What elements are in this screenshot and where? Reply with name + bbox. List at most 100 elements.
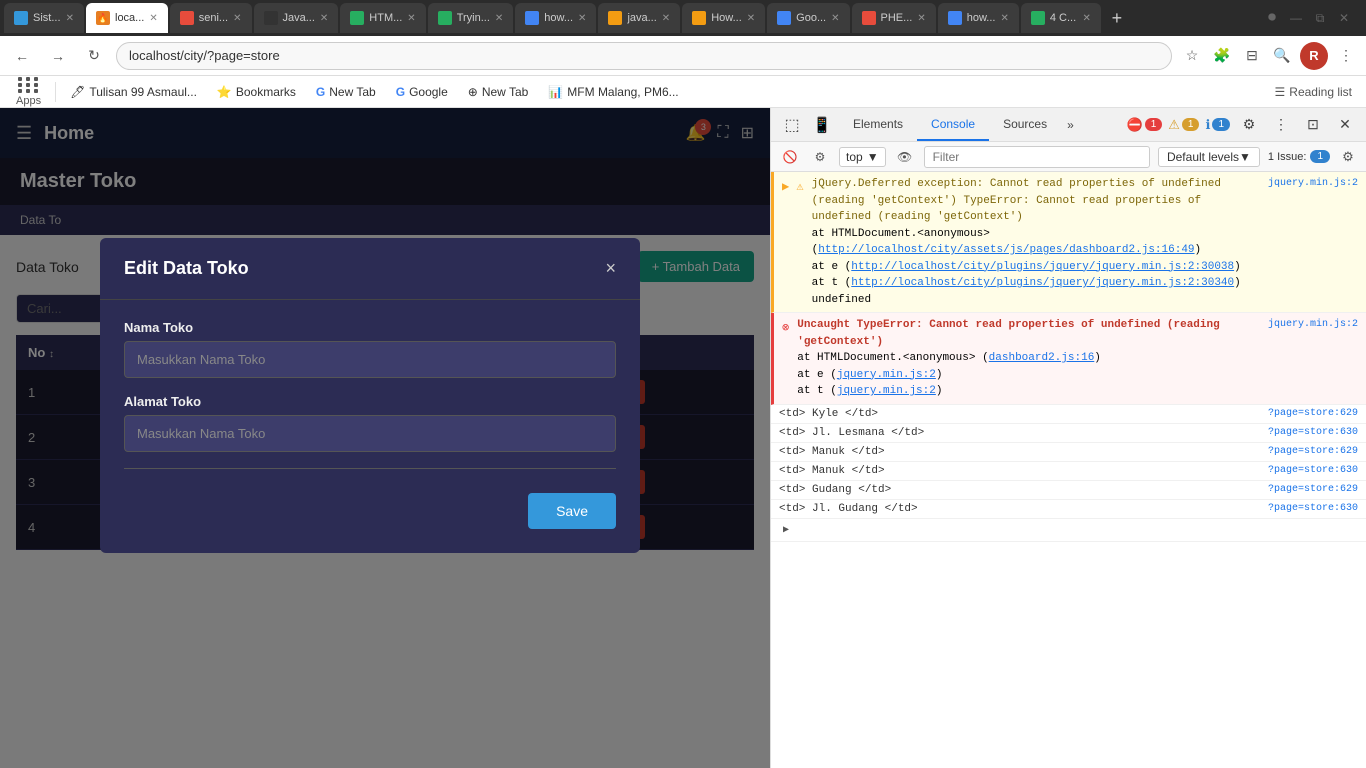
website-panel: ☰ Home 🔔 3 ⛶ ⊞ Master: [0, 108, 770, 768]
extensions-icon[interactable]: 🧩: [1210, 44, 1234, 68]
console-gear-icon[interactable]: ⚙: [1338, 147, 1358, 167]
tab-close[interactable]: ✕: [149, 13, 157, 24]
bookmark-tulisan[interactable]: 🖊 Tulisan 99 Asmaul...: [62, 83, 205, 101]
tab-loca[interactable]: 🔥 loca... ✕: [86, 3, 168, 33]
tab-console[interactable]: Console: [917, 108, 989, 141]
reading-list-button[interactable]: ☰ Reading list: [1269, 83, 1358, 101]
more-tabs-button[interactable]: »: [1061, 118, 1080, 132]
row-source-link[interactable]: ?page=store:629: [1268, 484, 1358, 495]
back-button[interactable]: ←: [8, 42, 36, 70]
row-source-link[interactable]: ?page=store:630: [1268, 503, 1358, 514]
error-badge[interactable]: ⛔ 1: [1127, 117, 1163, 133]
devtools-more-icon[interactable]: ⋮: [1268, 112, 1294, 138]
tab-tryin[interactable]: Tryin... ✕: [428, 3, 514, 33]
expand-arrow-icon[interactable]: ▶: [779, 522, 793, 538]
modal-footer: Save: [124, 493, 616, 529]
row-source-link[interactable]: ?page=store:630: [1268, 427, 1358, 438]
row-source-link[interactable]: ?page=store:629: [1268, 408, 1358, 419]
tab-how1[interactable]: how... ✕: [515, 3, 596, 33]
dock-icon[interactable]: ⊡: [1300, 112, 1326, 138]
profile-avatar[interactable]: R: [1300, 42, 1328, 70]
record-button[interactable]: ⏺: [1262, 8, 1282, 28]
tab-favicon: [692, 11, 706, 25]
save-button[interactable]: Save: [528, 493, 616, 529]
tab-sources[interactable]: Sources: [989, 108, 1061, 141]
bookmark-google[interactable]: G Google: [388, 83, 456, 101]
tab-4c[interactable]: 4 C... ✕: [1021, 3, 1101, 33]
bookmark-mfm[interactable]: 📊 MFM Malang, PM6...: [540, 83, 686, 101]
forward-button[interactable]: →: [44, 42, 72, 70]
tab-how3[interactable]: how... ✕: [938, 3, 1019, 33]
tab-jav2[interactable]: java... ✕: [598, 3, 680, 33]
tab-sist[interactable]: Sist... ✕: [4, 3, 84, 33]
context-selector[interactable]: top ▼: [839, 147, 886, 167]
tab-elements[interactable]: Elements: [839, 108, 917, 141]
info-count: 1: [1212, 118, 1230, 131]
tab-close[interactable]: ✕: [495, 13, 503, 24]
mfm-icon: 📊: [548, 85, 563, 99]
default-levels-select[interactable]: Default levels ▼: [1158, 147, 1260, 167]
tab-close[interactable]: ✕: [578, 13, 586, 24]
warning-source-link[interactable]: jquery.min.js:2: [1260, 176, 1358, 191]
inspect-element-icon[interactable]: ⬚: [779, 112, 805, 138]
jquery-link-2[interactable]: http://localhost/city/plugins/jquery/jqu…: [851, 277, 1234, 289]
tab-java[interactable]: Java... ✕: [254, 3, 339, 33]
jquery-link-1[interactable]: http://localhost/city/plugins/jquery/jqu…: [851, 261, 1234, 273]
tab-how2[interactable]: How... ✕: [682, 3, 765, 33]
filter-input[interactable]: [924, 146, 1150, 168]
bookmark-newtab-2[interactable]: ⊕ New Tab: [460, 83, 537, 101]
tab-close[interactable]: ✕: [66, 13, 74, 24]
tab-search-icon[interactable]: ⊟: [1240, 44, 1264, 68]
tab-favicon: [264, 11, 278, 25]
tab-close[interactable]: ✕: [747, 13, 755, 24]
tab-close[interactable]: ✕: [1082, 13, 1090, 24]
menu-icon[interactable]: ⋮: [1334, 44, 1358, 68]
nama-toko-input[interactable]: [124, 341, 616, 378]
bookmark-star-icon[interactable]: ☆: [1180, 44, 1204, 68]
tab-favicon: [525, 11, 539, 25]
devtools-settings-icon[interactable]: ⚙: [1236, 112, 1262, 138]
console-settings-icon[interactable]: ⚙: [809, 146, 831, 168]
alamat-toko-input[interactable]: [124, 415, 616, 452]
tab-close[interactable]: ✕: [662, 13, 670, 24]
tab-favicon: [438, 11, 452, 25]
tab-close[interactable]: ✕: [407, 13, 415, 24]
clear-console-icon[interactable]: 🚫: [779, 146, 801, 168]
new-tab-button[interactable]: +: [1103, 4, 1131, 32]
edit-modal: Edit Data Toko × Nama Toko Alamat Toko: [100, 238, 640, 553]
bookmark-bookmarks[interactable]: ⭐ Bookmarks: [209, 83, 304, 101]
url-input[interactable]: localhost/city/?page=store: [116, 42, 1172, 70]
tab-favicon: [862, 11, 876, 25]
eye-icon[interactable]: 👁: [894, 146, 916, 168]
tab-seni[interactable]: seni... ✕: [170, 3, 252, 33]
tab-close[interactable]: ✕: [917, 13, 925, 24]
bookmark-newtab-g[interactable]: G New Tab: [308, 83, 384, 101]
info-badge[interactable]: ℹ 1: [1205, 117, 1230, 133]
jquery-link-3[interactable]: jquery.min.js:2: [837, 369, 936, 381]
tab-close[interactable]: ✕: [1000, 13, 1008, 24]
warning-badge[interactable]: ⚠ 1: [1168, 117, 1199, 133]
row-source-link[interactable]: ?page=store:629: [1268, 446, 1358, 457]
jquery-link-4[interactable]: jquery.min.js:2: [837, 385, 936, 397]
search-icon[interactable]: 🔍: [1270, 44, 1294, 68]
close-devtools-icon[interactable]: ✕: [1332, 112, 1358, 138]
device-toolbar-icon[interactable]: 📱: [809, 112, 835, 138]
close-button[interactable]: ✕: [1334, 8, 1354, 28]
apps-button[interactable]: Tulisan 99 Asmaul... Apps: [8, 76, 49, 108]
dashboard-link-1[interactable]: http://localhost/city/assets/js/pages/da…: [818, 244, 1194, 256]
tab-close[interactable]: ✕: [233, 13, 241, 24]
address-actions: ☆ 🧩 ⊟ 🔍 R ⋮: [1180, 42, 1358, 70]
tab-phe[interactable]: PHE... ✕: [852, 3, 936, 33]
error-source-link[interactable]: jquery.min.js:2: [1260, 317, 1358, 332]
dashboard-link-2[interactable]: dashboard2.js:16: [989, 352, 1095, 364]
issues-badge[interactable]: 1 Issue: 1: [1268, 150, 1330, 163]
tab-html[interactable]: HTM... ✕: [340, 3, 425, 33]
tab-close[interactable]: ✕: [320, 13, 328, 24]
tab-goo[interactable]: Goo... ✕: [767, 3, 849, 33]
row-source-link[interactable]: ?page=store:630: [1268, 465, 1358, 476]
minimize-button[interactable]: —: [1286, 8, 1306, 28]
reload-button[interactable]: ↻: [80, 42, 108, 70]
restore-button[interactable]: ⧉: [1310, 8, 1330, 28]
tab-close[interactable]: ✕: [831, 13, 839, 24]
modal-close-button[interactable]: ×: [605, 258, 616, 279]
